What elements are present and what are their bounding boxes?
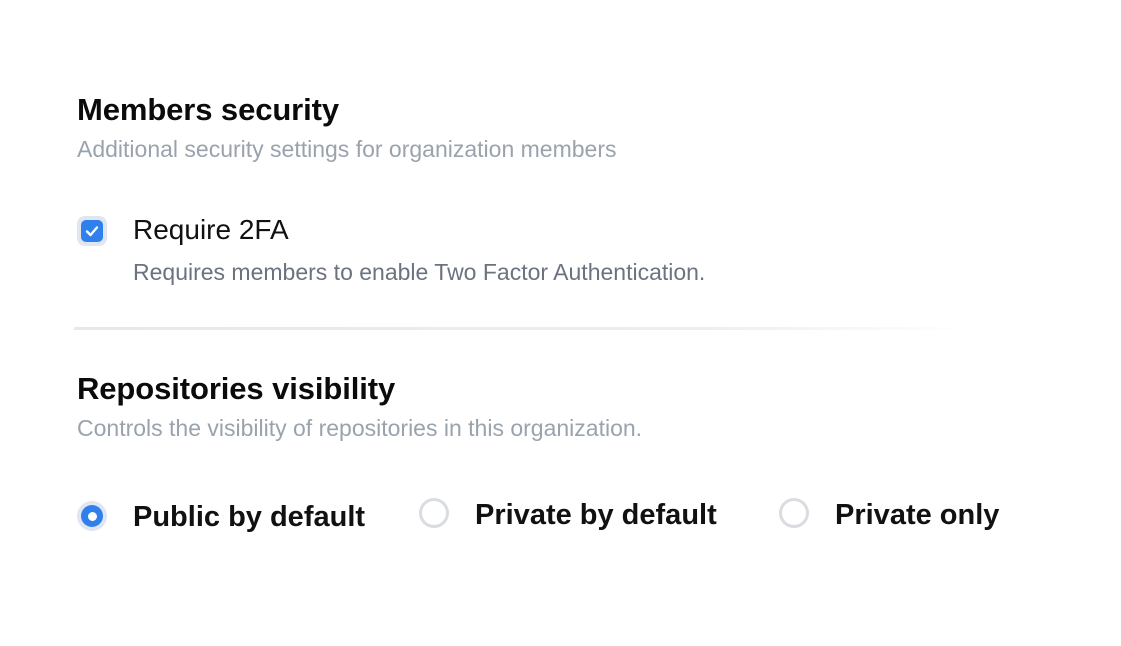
radio-label-private-by-default[interactable]: Private by default [475, 497, 717, 533]
members-security-title: Members security [77, 92, 340, 127]
repositories-visibility-title: Repositories visibility [77, 371, 396, 406]
require-2fa-label[interactable]: Require 2FA [133, 212, 289, 248]
repositories-visibility-section: Repositories visibility Controls the vis… [77, 369, 642, 443]
section-divider [74, 327, 974, 330]
radio-public-by-default[interactable] [77, 501, 107, 531]
radio-label-private-only[interactable]: Private only [835, 497, 999, 533]
require-2fa-help: Requires members to enable Two Factor Au… [133, 259, 706, 285]
members-security-description: Additional security settings for organiz… [77, 136, 617, 162]
radio-private-by-default[interactable] [419, 498, 449, 528]
radio-private-only[interactable] [779, 498, 809, 528]
require-2fa-checkbox[interactable] [77, 216, 107, 246]
members-security-section: Members security Additional security set… [77, 90, 616, 164]
repositories-visibility-description: Controls the visibility of repositories … [77, 415, 643, 441]
checkbox-checked-fill [81, 220, 103, 242]
checkmark-icon [85, 226, 99, 237]
radio-selected-dot [81, 505, 103, 527]
radio-label-public-by-default[interactable]: Public by default [133, 499, 365, 535]
